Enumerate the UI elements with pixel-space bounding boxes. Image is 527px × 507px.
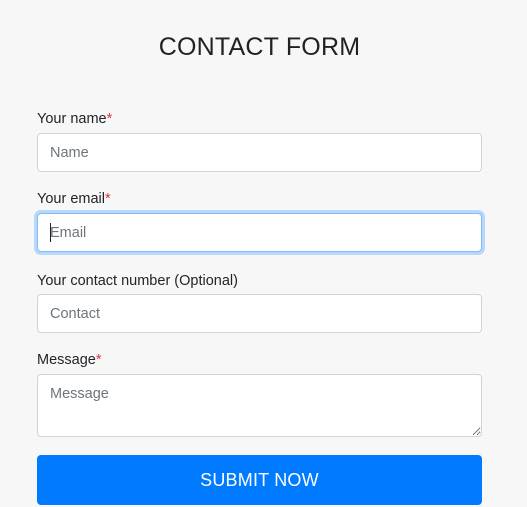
email-input[interactable] <box>37 213 482 252</box>
contact-label: Your contact number (Optional) <box>37 273 238 289</box>
name-label-text: Your name <box>37 111 107 127</box>
message-required-marker: * <box>95 352 102 368</box>
message-label: Message* <box>37 352 102 368</box>
submit-button[interactable]: SUBMIT NOW <box>37 455 482 505</box>
message-label-text: Message <box>37 352 96 368</box>
email-label-text: Your email <box>37 191 105 207</box>
form-title: CONTACT FORM <box>158 33 361 61</box>
name-required-marker: * <box>106 111 113 127</box>
contact-input[interactable] <box>37 294 482 333</box>
name-label: Your name* <box>37 111 112 127</box>
message-textarea[interactable] <box>37 374 482 437</box>
email-label: Your email* <box>37 191 111 207</box>
email-required-marker: * <box>104 191 111 207</box>
text-cursor <box>50 223 51 242</box>
name-input[interactable] <box>37 133 482 172</box>
